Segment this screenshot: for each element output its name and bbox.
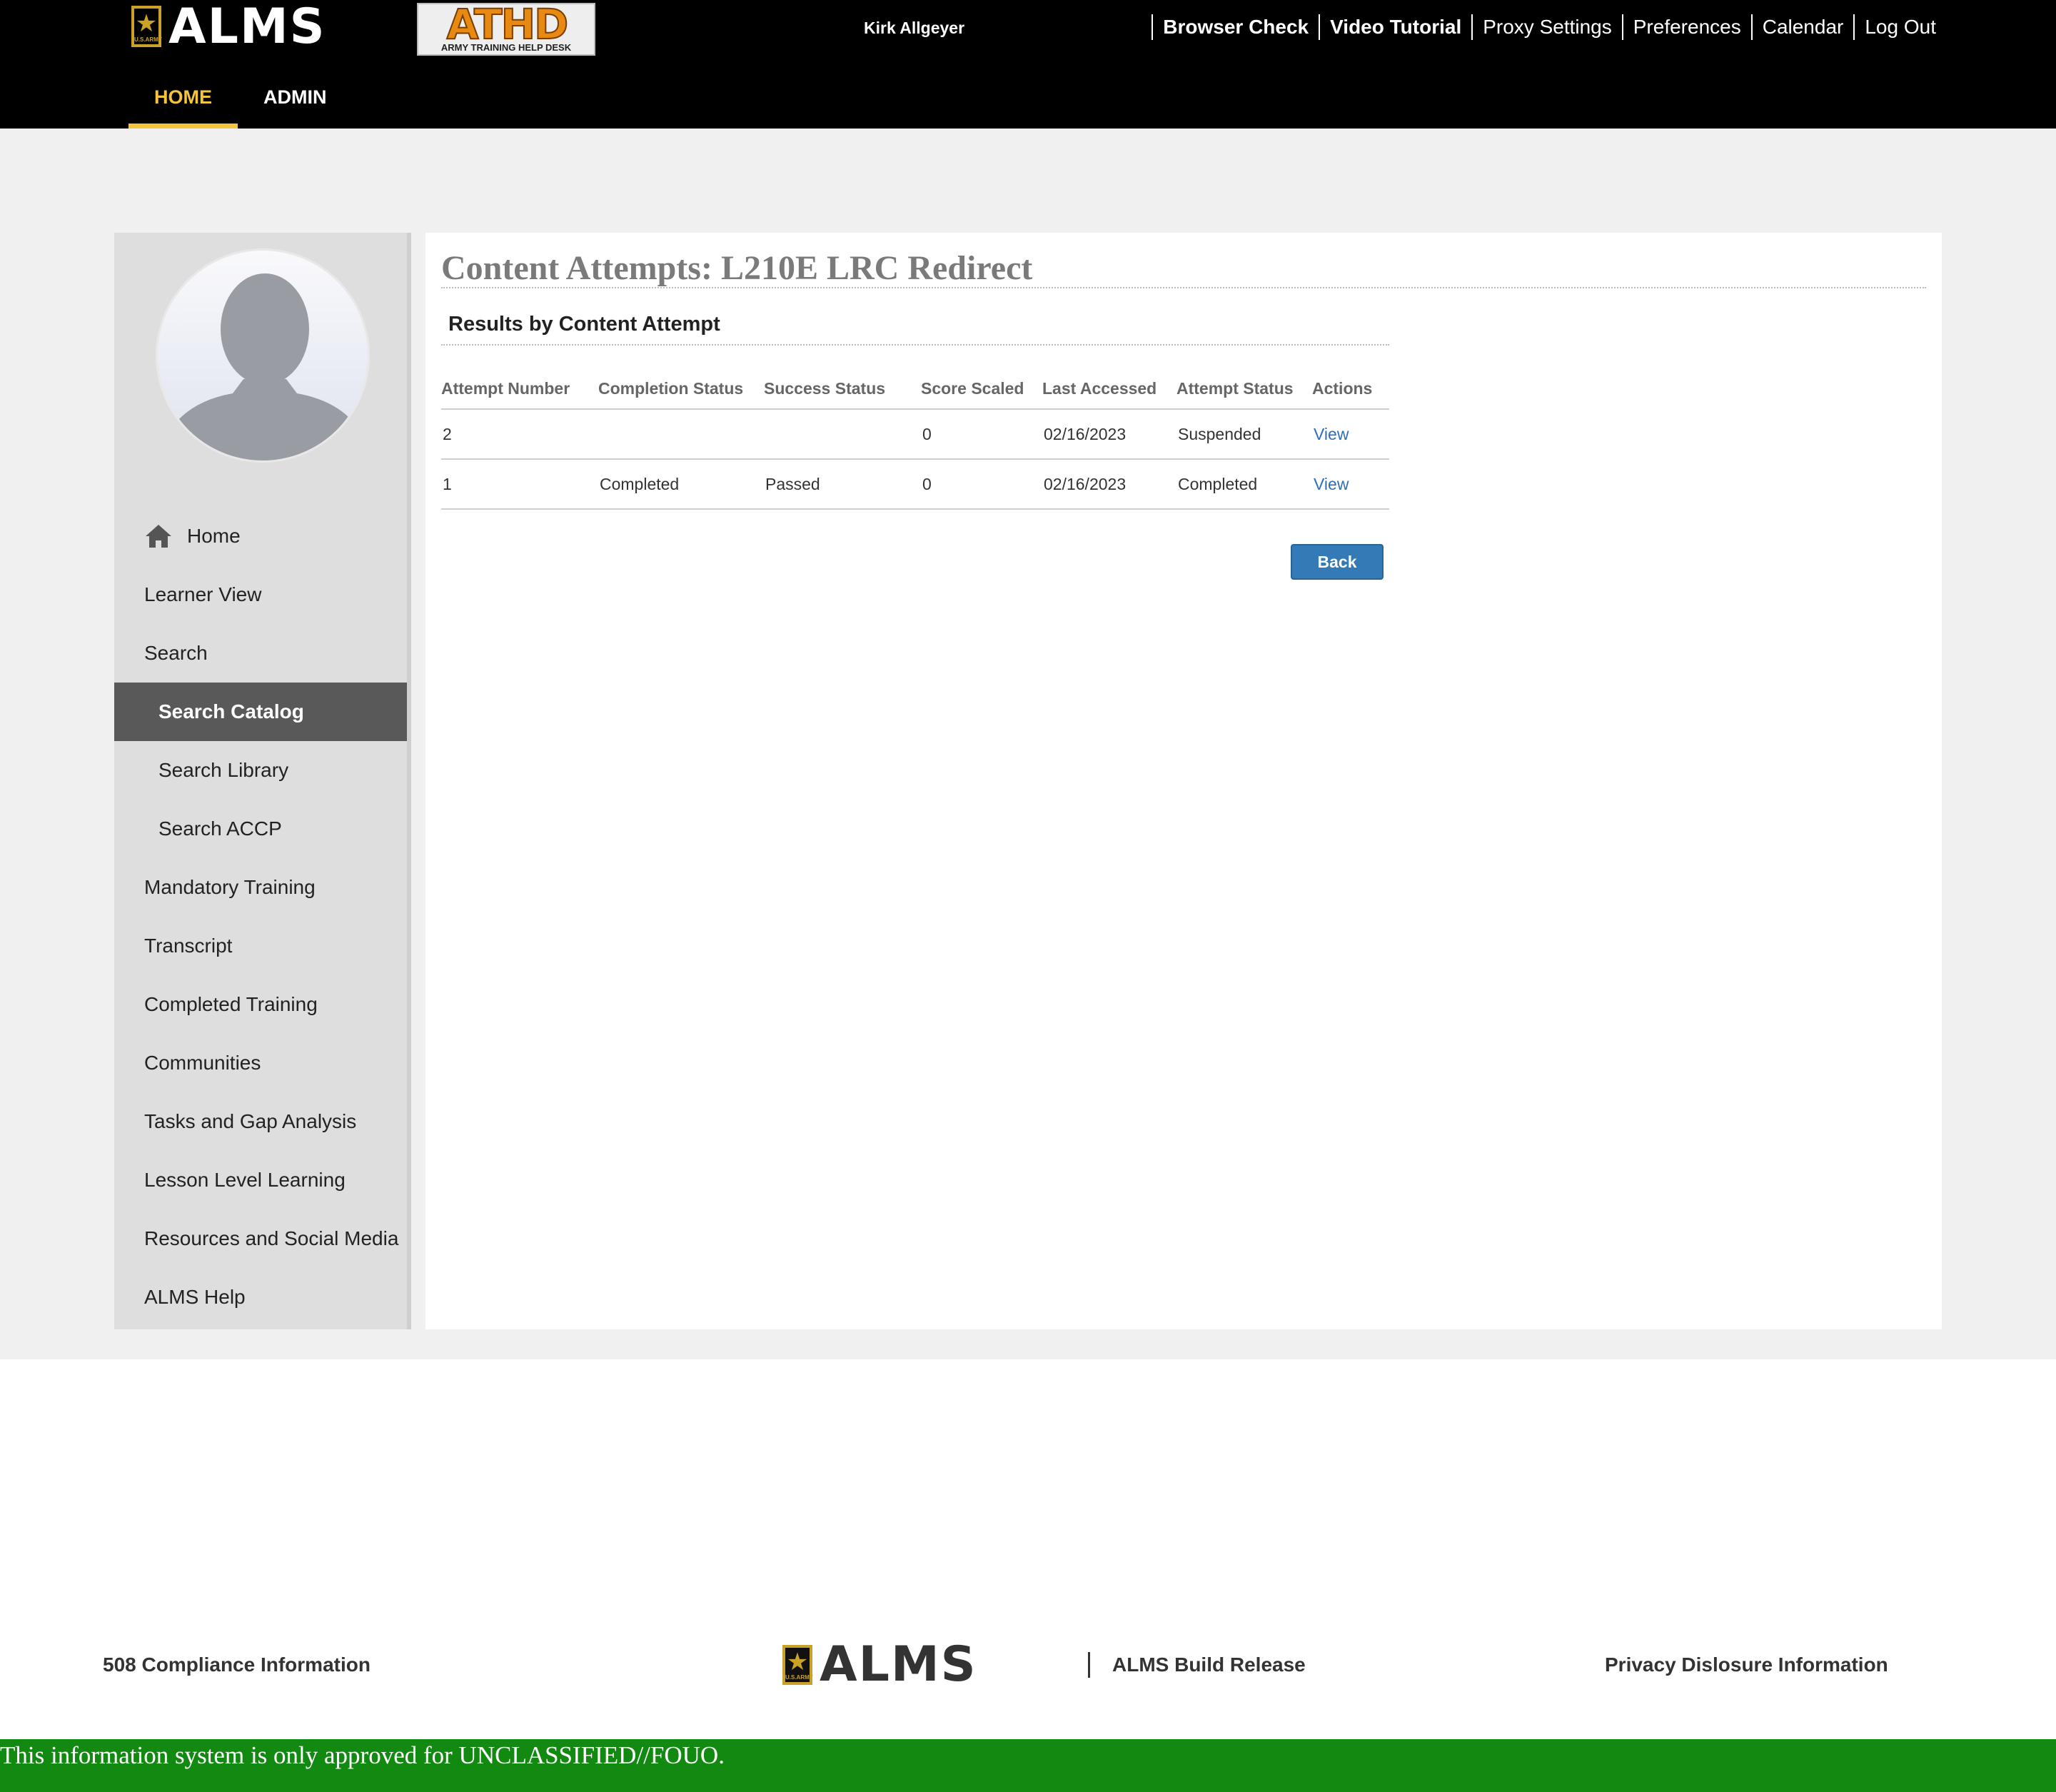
view-link[interactable]: View bbox=[1314, 475, 1349, 493]
attempt-status: Suspended bbox=[1176, 410, 1312, 460]
attempts-table: Attempt Number Completion Status Success… bbox=[441, 368, 1389, 510]
sidebar-item-search[interactable]: Search bbox=[114, 624, 407, 683]
sidebar-item-mandatory-training[interactable]: Mandatory Training bbox=[114, 858, 407, 917]
sidebar-item-search-accp[interactable]: Search ACCP bbox=[114, 800, 407, 858]
tab-home[interactable]: HOME bbox=[128, 79, 238, 129]
classification-banner: This information system is only approved… bbox=[0, 1739, 2056, 1792]
column-header[interactable]: Completion Status bbox=[598, 368, 764, 410]
alms-logo[interactable]: ★ U.S.ARMY ALMS bbox=[131, 0, 326, 55]
footer-logo-text: ALMS bbox=[820, 1636, 977, 1693]
back-button[interactable]: Back bbox=[1291, 544, 1384, 580]
sidebar-item-resources-social-media[interactable]: Resources and Social Media bbox=[114, 1209, 407, 1268]
alms-logo-text: ALMS bbox=[168, 0, 326, 55]
privacy-disclosure-link[interactable]: Privacy Dislosure Information bbox=[1605, 1653, 1888, 1676]
main-tabs: HOME ADMIN bbox=[128, 79, 353, 129]
user-name: Kirk Allgeyer bbox=[864, 19, 965, 37]
column-header: Actions bbox=[1312, 368, 1389, 410]
army-star-icon: ★ U.S.ARMY bbox=[131, 6, 162, 47]
sidebar-item-alms-help[interactable]: ALMS Help bbox=[114, 1268, 407, 1327]
score-scaled: 0 bbox=[921, 410, 1042, 460]
last-accessed: 02/16/2023 bbox=[1042, 410, 1176, 460]
proxy-settings-link[interactable]: Proxy Settings bbox=[1471, 14, 1622, 40]
completion-status: Completed bbox=[598, 460, 764, 510]
tab-admin[interactable]: ADMIN bbox=[238, 79, 353, 129]
sidebar-item-tasks-gap-analysis[interactable]: Tasks and Gap Analysis bbox=[114, 1092, 407, 1151]
success-status: Passed bbox=[764, 460, 921, 510]
footer: 508 Compliance Information ★ U.S.ARMY AL… bbox=[0, 1628, 2056, 1699]
sidebar-item-completed-training[interactable]: Completed Training bbox=[114, 975, 407, 1034]
section-title: Results by Content Attempt bbox=[448, 313, 720, 336]
build-release-link[interactable]: ALMS Build Release bbox=[1112, 1653, 1306, 1676]
column-header[interactable]: Score Scaled bbox=[921, 368, 1042, 410]
section-divider bbox=[441, 344, 1389, 346]
compliance-link[interactable]: 508 Compliance Information bbox=[103, 1653, 371, 1676]
sidebar-item-search-catalog[interactable]: Search Catalog bbox=[114, 683, 407, 741]
attempt-number: 1 bbox=[441, 460, 598, 510]
actions-cell: View bbox=[1312, 460, 1389, 510]
video-tutorial-link[interactable]: Video Tutorial bbox=[1319, 14, 1471, 40]
utility-links: Browser Check Video Tutorial Proxy Setti… bbox=[1152, 14, 1936, 40]
sidebar-item-home[interactable]: Home bbox=[114, 507, 407, 565]
success-status bbox=[764, 410, 921, 460]
sidebar-item-lesson-level-learning[interactable]: Lesson Level Learning bbox=[114, 1151, 407, 1209]
attempt-number: 2 bbox=[441, 410, 598, 460]
browser-check-link[interactable]: Browser Check bbox=[1152, 14, 1319, 40]
sidebar-item-transcript[interactable]: Transcript bbox=[114, 917, 407, 975]
column-header[interactable]: Success Status bbox=[764, 368, 921, 410]
preferences-link[interactable]: Preferences bbox=[1621, 14, 1751, 40]
column-header[interactable]: Attempt Number bbox=[441, 368, 598, 410]
army-star-icon: ★ U.S.ARMY bbox=[782, 1644, 813, 1685]
table-header-row: Attempt Number Completion Status Success… bbox=[441, 368, 1389, 410]
last-accessed: 02/16/2023 bbox=[1042, 460, 1176, 510]
score-scaled: 0 bbox=[921, 460, 1042, 510]
content-panel: Content Attempts: L210E LRC Redirect Res… bbox=[425, 233, 1942, 1329]
table-row: 2 0 02/16/2023 Suspended View bbox=[441, 410, 1389, 460]
footer-divider bbox=[1088, 1652, 1090, 1678]
sidebar-item-search-library[interactable]: Search Library bbox=[114, 741, 407, 800]
table-row: 1 Completed Passed 0 02/16/2023 Complete… bbox=[441, 460, 1389, 510]
log-out-link[interactable]: Log Out bbox=[1853, 14, 1936, 40]
sidebar-item-communities[interactable]: Communities bbox=[114, 1034, 407, 1092]
home-icon bbox=[146, 525, 171, 548]
calendar-link[interactable]: Calendar bbox=[1750, 14, 1854, 40]
sidebar-item-learner-view[interactable]: Learner View bbox=[114, 565, 407, 624]
sidebar: Home Learner View Search Search Catalog … bbox=[114, 233, 411, 1329]
person-silhouette-icon bbox=[158, 273, 368, 460]
completion-status bbox=[598, 410, 764, 460]
avatar bbox=[156, 248, 370, 463]
page-title: Content Attempts: L210E LRC Redirect bbox=[441, 249, 1033, 287]
view-link[interactable]: View bbox=[1314, 425, 1349, 443]
column-header[interactable]: Last Accessed bbox=[1042, 368, 1176, 410]
top-header: ★ U.S.ARMY ALMS ATHD ARMY TRAINING HELP … bbox=[0, 0, 2056, 129]
footer-alms-logo: ★ U.S.ARMY ALMS bbox=[782, 1636, 977, 1693]
sidebar-nav: Home Learner View Search Search Catalog … bbox=[114, 507, 407, 1327]
athd-help-desk-logo[interactable]: ATHD ARMY TRAINING HELP DESK bbox=[417, 3, 595, 56]
column-header[interactable]: Attempt Status bbox=[1176, 368, 1312, 410]
attempt-status: Completed bbox=[1176, 460, 1312, 510]
actions-cell: View bbox=[1312, 410, 1389, 460]
title-divider bbox=[441, 287, 1926, 288]
